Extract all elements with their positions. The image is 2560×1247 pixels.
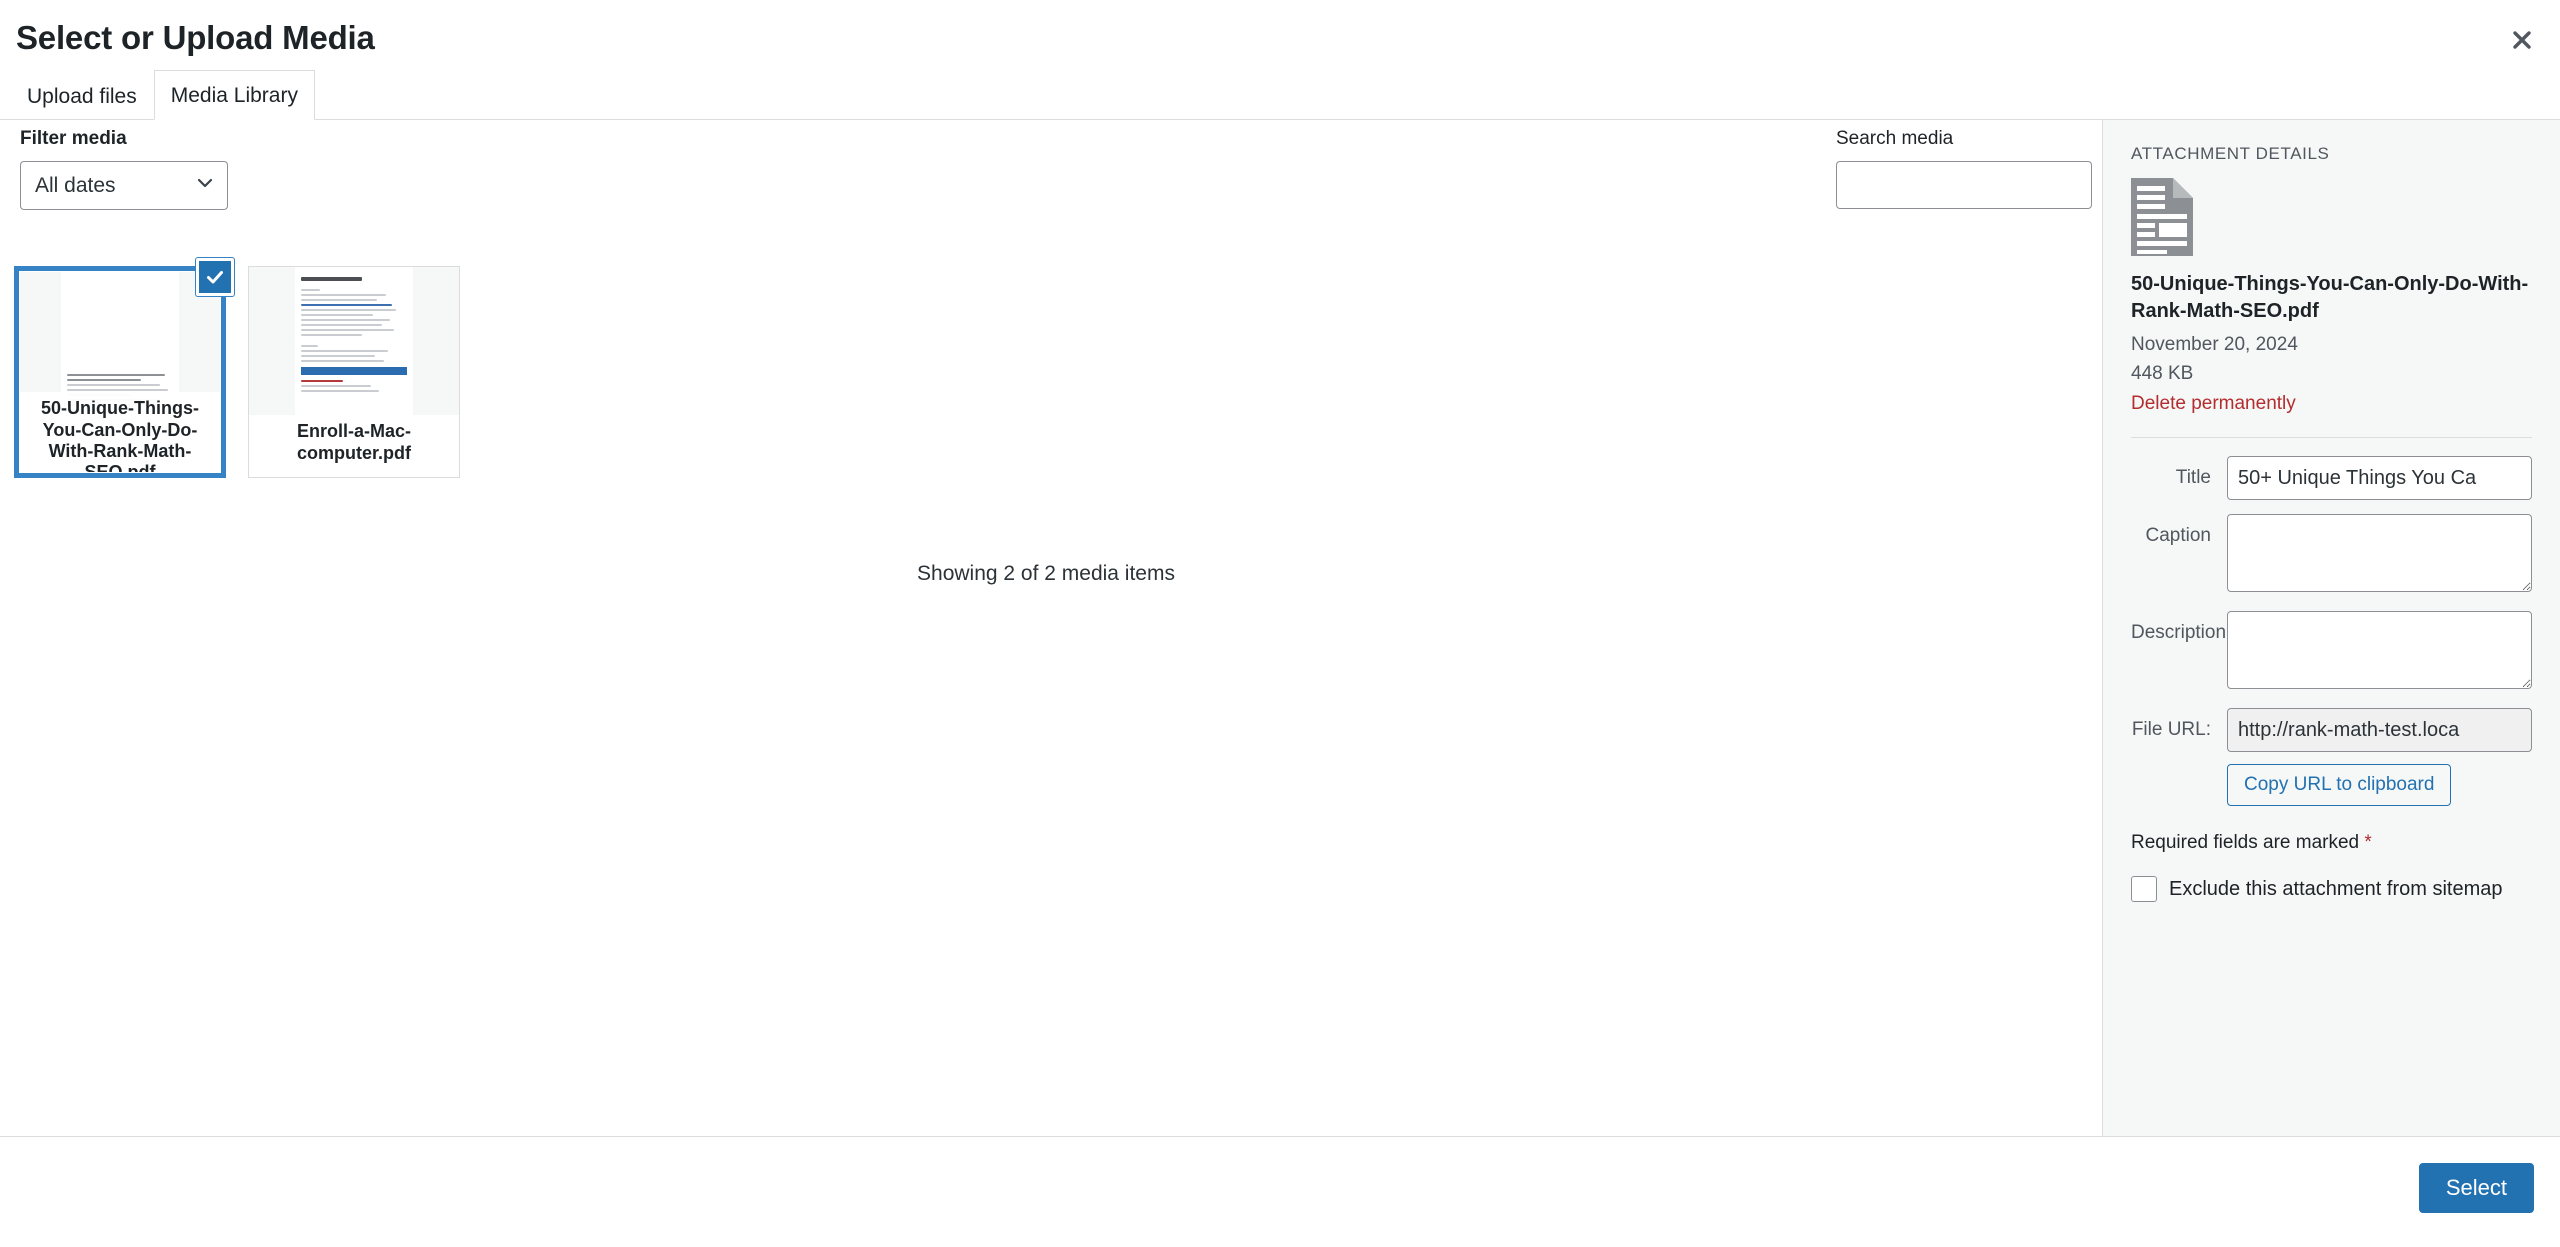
chevron-down-icon <box>195 173 215 199</box>
media-content-pane: Filter media All dates Search media 50-U… <box>0 120 2102 1136</box>
file-url-label: File URL: <box>2131 719 2211 741</box>
select-button[interactable]: Select <box>2418 1163 2534 1213</box>
exclude-sitemap-row: Exclude this attachment from sitemap <box>2131 876 2532 903</box>
attachments-grid: 50-Unique-Things-You-Can-Only-Do-With-Ra… <box>14 258 2092 1136</box>
caption-field-row: Caption <box>2131 514 2532 597</box>
search-input[interactable] <box>1836 161 2092 210</box>
description-label: Description <box>2131 622 2227 644</box>
modal-footer: Select <box>0 1137 2560 1247</box>
modal-header: Select or Upload Media Upload files Medi… <box>0 0 2560 121</box>
caption-field[interactable] <box>2227 514 2532 593</box>
modal-body: Filter media All dates Search media 50-U… <box>0 120 2560 1137</box>
caption-label: Caption <box>2145 525 2212 547</box>
document-icon <box>2131 178 2532 261</box>
attachment-item-selected[interactable]: 50-Unique-Things-You-Can-Only-Do-With-Ra… <box>14 258 234 479</box>
copy-url-button[interactable]: Copy URL to clipboard <box>2227 764 2452 807</box>
file-url-row: File URL: Copy URL to clipboard <box>2131 708 2532 807</box>
delete-permanently-link[interactable]: Delete permanently <box>2131 393 2296 415</box>
filter-media-group: Filter media All dates <box>20 128 228 211</box>
required-fields-note: Required fields are marked * <box>2131 832 2532 854</box>
exclude-sitemap-label[interactable]: Exclude this attachment from sitemap <box>2169 878 2502 901</box>
media-status-text: Showing 2 of 2 media items <box>917 562 1175 586</box>
required-star: * <box>2364 832 2372 854</box>
attachment-item[interactable]: Enroll-a-Mac-computer.pdf <box>248 266 460 479</box>
filter-media-label: Filter media <box>20 128 127 150</box>
modal-tabs: Upload files Media Library <box>0 70 2560 121</box>
attachment-filename: 50-Unique-Things-You-Can-Only-Do-With-Ra… <box>20 392 220 473</box>
file-url-field[interactable] <box>2227 708 2532 753</box>
media-toolbar: Filter media All dates Search media <box>0 120 2102 211</box>
detail-filesize: 448 KB <box>2131 362 2194 384</box>
attachment-filename: Enroll-a-Mac-computer.pdf <box>249 415 459 478</box>
title-label: Title <box>2175 467 2211 489</box>
required-fields-text: Required fields are marked <box>2131 832 2360 854</box>
attachment-details-sidebar: ATTACHMENT DETAILS 50-Unique-Things-You-… <box>2102 120 2560 1136</box>
pdf-preview <box>249 267 459 416</box>
description-field[interactable] <box>2227 611 2532 690</box>
tab-upload-files[interactable]: Upload files <box>10 71 154 120</box>
date-filter-select[interactable]: All dates <box>20 161 228 211</box>
tab-media-library[interactable]: Media Library <box>153 70 315 121</box>
check-icon[interactable] <box>196 258 234 297</box>
description-field-row: Description <box>2131 611 2532 694</box>
detail-filename: 50-Unique-Things-You-Can-Only-Do-With-Ra… <box>2131 273 2529 323</box>
title-field-row: Title <box>2131 456 2532 501</box>
attachment-thumbnail: 50-Unique-Things-You-Can-Only-Do-With-Ra… <box>20 272 220 473</box>
detail-date: November 20, 2024 <box>2131 334 2298 356</box>
search-media-group: Search media <box>1836 128 2092 210</box>
title-field[interactable] <box>2227 456 2532 501</box>
attachment-thumbnail: Enroll-a-Mac-computer.pdf <box>249 267 459 478</box>
date-filter-value: All dates <box>35 173 116 197</box>
search-media-label: Search media <box>1836 128 1954 150</box>
exclude-sitemap-checkbox[interactable] <box>2131 876 2157 903</box>
page-title: Select or Upload Media <box>16 19 375 56</box>
close-icon[interactable] <box>2492 10 2552 70</box>
media-modal: Select or Upload Media Upload files Medi… <box>0 0 2560 1247</box>
sidebar-heading: ATTACHMENT DETAILS <box>2131 144 2330 164</box>
sidebar-divider <box>2131 437 2532 439</box>
